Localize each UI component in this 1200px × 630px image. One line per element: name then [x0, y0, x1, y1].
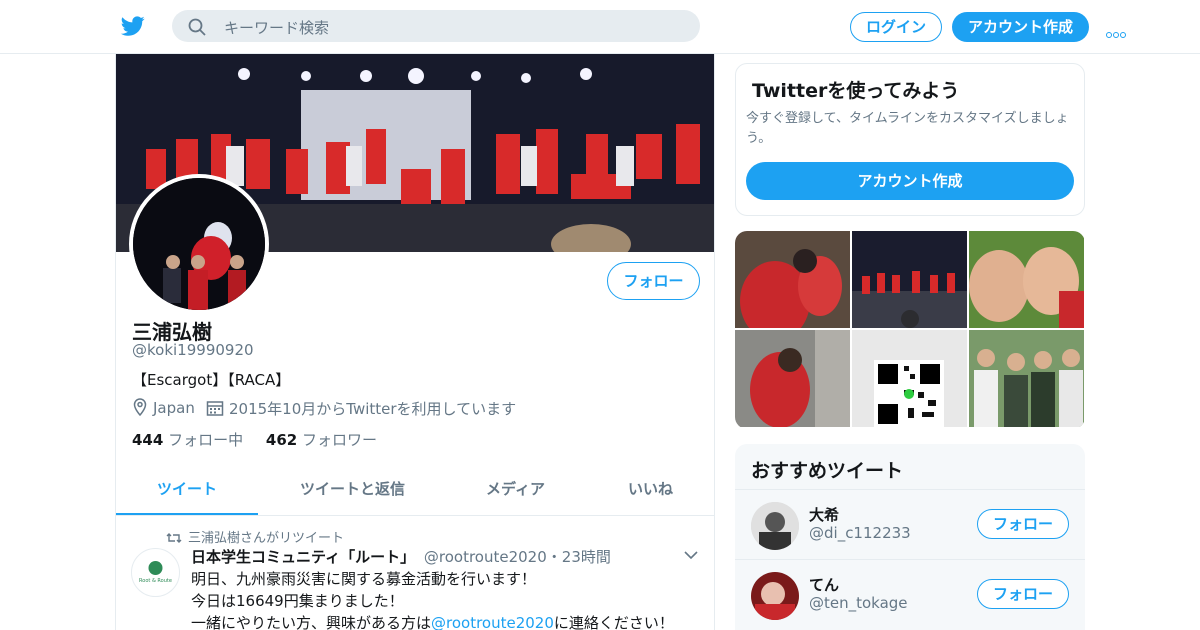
retweet-note: 三浦弘樹さんがリツイート: [188, 531, 345, 546]
tweet-line: 明日、九州豪雨災害に関する募金活動を行います！: [191, 570, 537, 588]
media-thumbnail[interactable]: [735, 330, 850, 427]
tab-media[interactable]: メディア: [486, 478, 545, 499]
profile-counts: 444 フォロー中 462 フォロワー: [132, 429, 377, 450]
profile-tabs: ツイート ツイートと返信 メディア いいね: [116, 464, 714, 516]
tab-likes[interactable]: いいね: [628, 478, 673, 499]
chevron-down-icon[interactable]: [684, 550, 698, 560]
profile-avatar[interactable]: [129, 174, 269, 314]
recommended-user[interactable]: てん @ten_tokage フォロー: [735, 559, 1085, 629]
signup-card-button[interactable]: アカウント作成: [746, 162, 1074, 200]
signup-card: Twitterを使ってみよう 今すぐ登録して、タイムラインをカスタマイズしましょ…: [735, 63, 1085, 216]
tweet-author-name[interactable]: 日本学生コミュニティ「ルート」: [191, 548, 415, 566]
profile-handle[interactable]: @koki19990920: [132, 341, 254, 359]
recommended-user-handle: @di_c112233: [809, 524, 911, 542]
tweet-author-avatar[interactable]: Root & Route: [131, 548, 180, 597]
followers-label: フォロワー: [301, 431, 377, 449]
recommended-title: おすすめツイート: [751, 460, 904, 482]
following-count: 444: [132, 431, 164, 449]
joined-text: 2015年10月からTwitterを利用しています: [229, 400, 517, 418]
login-button[interactable]: ログイン: [850, 12, 942, 42]
profile-joined: 2015年10月からTwitterを利用しています: [206, 398, 516, 419]
location-pin-icon: [133, 398, 147, 417]
profile-column: フォロー 三浦弘樹 @koki19990920 【Escargot】【RACA】…: [115, 54, 715, 630]
recommended-user[interactable]: 大希 @di_c112233 フォロー: [735, 489, 1085, 559]
calendar-icon: [206, 401, 224, 416]
media-grid: [735, 231, 1085, 429]
twitter-bird-icon[interactable]: [120, 14, 146, 38]
retweet-context: 三浦弘樹さんがリツイート: [166, 527, 344, 546]
followers-count: 462: [265, 431, 298, 449]
tweet-text: 明日、九州豪雨災害に関する募金活動を行います！ 今日は16649円集まりました！…: [191, 568, 691, 630]
signup-card-text: 今すぐ登録して、タイムラインをカスタマイズしましょう。: [746, 111, 1069, 146]
profile-bio: 【Escargot】【RACA】: [132, 371, 291, 389]
following-link[interactable]: 444 フォロー中: [132, 431, 243, 449]
tweet-line: 一緒にやりたい方、興味がある方は@rootroute2020に連絡ください！: [191, 614, 674, 630]
tweet-time[interactable]: ・23時間: [547, 548, 611, 566]
recommended-panel: おすすめツイート 大希 @di_c112233 フォロー てん @ten_tok…: [735, 444, 1085, 630]
location-text: Japan: [153, 399, 195, 417]
avatar[interactable]: [751, 572, 799, 620]
followers-link[interactable]: 462 フォロワー: [266, 431, 377, 449]
avatar[interactable]: [751, 502, 799, 550]
recommended-user-name[interactable]: てん: [809, 574, 839, 595]
more-options-icon[interactable]: [1106, 23, 1130, 38]
following-label: フォロー中: [168, 431, 244, 449]
avatar-logo-text: Root & Route: [139, 578, 172, 584]
follow-button[interactable]: フォロー: [977, 579, 1069, 609]
top-navigation-bar: キーワード検索 ログイン アカウント作成: [0, 0, 1200, 54]
search-input[interactable]: キーワード検索: [224, 17, 329, 38]
recommended-user-handle: @ten_tokage: [809, 594, 908, 612]
tweet-line: 今日は16649円集まりました！: [191, 592, 404, 610]
mention-link[interactable]: @rootroute2020: [431, 614, 554, 630]
signup-button[interactable]: アカウント作成: [952, 12, 1089, 42]
follow-button[interactable]: フォロー: [607, 262, 700, 300]
media-thumbnail[interactable]: [852, 330, 967, 427]
retweet-icon: [166, 533, 182, 543]
signup-card-title: Twitterを使ってみよう: [752, 80, 960, 102]
search-icon: [188, 18, 206, 36]
tab-tweets[interactable]: ツイート: [157, 478, 217, 499]
search-box[interactable]: キーワード検索: [172, 10, 700, 42]
profile-location: Japan: [132, 398, 195, 417]
tab-tweets-replies[interactable]: ツイートと返信: [300, 478, 405, 499]
follow-button[interactable]: フォロー: [977, 509, 1069, 539]
media-thumbnail[interactable]: [969, 231, 1084, 328]
tweet-author-handle[interactable]: @rootroute2020: [424, 548, 547, 566]
media-thumbnail[interactable]: [969, 330, 1084, 427]
tweet-header: 日本学生コミュニティ「ルート」 @rootroute2020・23時間: [191, 546, 611, 567]
recommended-user-name[interactable]: 大希: [809, 504, 839, 525]
media-thumbnail[interactable]: [852, 231, 967, 328]
active-tab-indicator: [116, 513, 258, 515]
media-thumbnail[interactable]: [735, 231, 850, 328]
